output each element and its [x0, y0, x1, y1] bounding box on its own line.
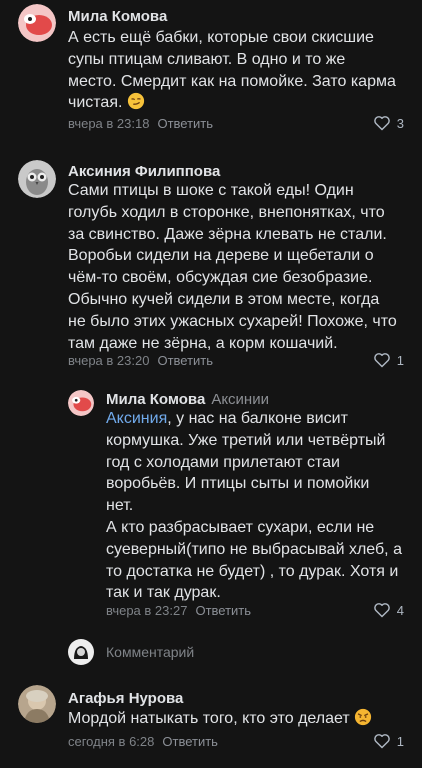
text-line: А есть ещё бабки, которые свои скисшие	[68, 29, 374, 46]
avatar[interactable]	[18, 4, 56, 42]
text-line: год с холодами прилетают стаи	[106, 453, 340, 471]
text-line: А кто разбрасывает сухари, если не	[106, 518, 375, 536]
like-count: 1	[396, 733, 404, 749]
like-button[interactable]: 3	[373, 115, 404, 131]
comment-meta: вчера в 23:18 Ответить	[68, 116, 213, 131]
like-count: 4	[396, 602, 404, 618]
timestamp: сегодня в 6:28	[68, 734, 155, 749]
text-line: супы птицам сливают. В одно и то же	[68, 50, 346, 68]
text-line: суеверный(типо не выбрасывай хлеб, а	[106, 540, 402, 558]
text-line: Обычно кучей сидели в этом месте, когда	[68, 290, 380, 308]
comment-input[interactable]: Комментарий	[68, 634, 412, 670]
timestamp: вчера в 23:18	[68, 116, 150, 131]
text-line: Воробьи сидели на дереве и щебетали о	[68, 247, 374, 265]
user-avatar-icon	[68, 639, 94, 665]
comment-meta: сегодня в 6:28 Ответить	[68, 734, 218, 749]
author-name: Мила Комова Аксинии	[106, 391, 269, 408]
comment-placeholder: Комментарий	[106, 644, 195, 660]
like-count: 1	[396, 352, 404, 368]
reply-to-label[interactable]: Аксинии	[211, 391, 269, 408]
text-line: чистая.	[68, 92, 418, 114]
mention-link[interactable]: Аксиния	[106, 410, 167, 427]
text-line: не было этих ужасных сухарей! Похоже, чт…	[68, 312, 397, 330]
text-line: Мордой натыкать того, кто это делает	[68, 708, 418, 730]
like-count: 3	[396, 115, 404, 131]
comment-text: А есть ещё бабки, которые свои скисшие с…	[68, 27, 418, 114]
author-link[interactable]: Мила Комова	[106, 391, 205, 408]
smirk-emoji	[127, 93, 144, 110]
text-line: чём-то своём, обсуждая сие безобразие.	[68, 269, 373, 287]
comment-text: Мордой натыкать того, кто это делает	[68, 708, 418, 730]
comment-text: Аксиния, у нас на балконе висит кормушка…	[106, 408, 418, 604]
text-line: то достатка не будет) , то дурак. Хотя и	[106, 562, 399, 580]
text-line: за свинство. Даже зёрна клевать не стали…	[68, 225, 387, 243]
author-name[interactable]: Аксиния Филиппова	[68, 163, 220, 180]
timestamp: вчера в 23:20	[68, 353, 150, 368]
reply-button[interactable]: Ответить	[162, 734, 218, 749]
avatar[interactable]	[18, 160, 56, 198]
like-button[interactable]: 1	[373, 733, 404, 749]
avatar[interactable]	[18, 685, 56, 723]
comment-text: Сами птицы в шоке с такой еды! Один голу…	[68, 180, 418, 354]
comment-meta: вчера в 23:27 Ответить	[106, 603, 251, 618]
like-button[interactable]: 4	[373, 602, 404, 618]
text-line: кормушка. Уже третий или четвёртый	[106, 431, 386, 449]
text-line: нет.	[106, 497, 134, 515]
author-name[interactable]: Агафья Нурова	[68, 690, 183, 707]
angry-emoji	[355, 708, 372, 726]
avatar[interactable]	[68, 390, 94, 416]
reply-button[interactable]: Ответить	[157, 116, 213, 131]
heart-icon	[373, 734, 390, 749]
reply-button[interactable]: Ответить	[157, 353, 213, 368]
text-line: так и так дурак.	[106, 584, 221, 602]
text-line: там даже не зёрна, а корм кошачий.	[68, 334, 338, 352]
timestamp: вчера в 23:27	[106, 603, 188, 618]
author-name[interactable]: Мила Комова	[68, 8, 167, 25]
like-button[interactable]: 1	[373, 352, 404, 368]
heart-icon	[373, 116, 390, 131]
text-line: воробьёв. И птицы сыты и помойки	[106, 475, 370, 493]
text-line: голубь ходил в сторонке, внепонятках, чт…	[68, 203, 385, 221]
text-line: Аксиния, у нас на балконе висит	[106, 410, 348, 427]
text-line: Сами птицы в шоке с такой еды! Один	[68, 182, 354, 199]
comment-meta: вчера в 23:20 Ответить	[68, 353, 213, 368]
heart-icon	[373, 353, 390, 368]
heart-icon	[373, 603, 390, 618]
reply-button[interactable]: Ответить	[195, 603, 251, 618]
text-line: место. Смердит как на помойке. Зато карм…	[68, 72, 396, 90]
